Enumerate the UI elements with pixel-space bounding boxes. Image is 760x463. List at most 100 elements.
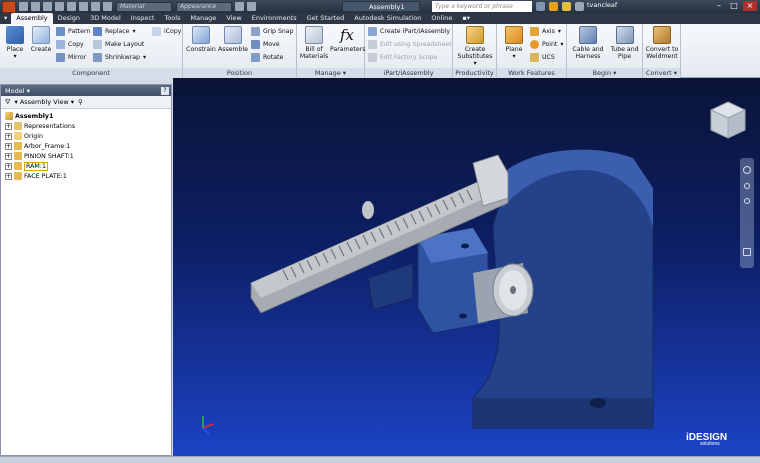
expand-toggle-icon[interactable]: + xyxy=(5,162,12,170)
ucs-button[interactable]: UCS xyxy=(530,53,555,62)
grip-snap-button[interactable]: Grip Snap xyxy=(251,27,294,36)
browser-header[interactable]: Model ▾ ? xyxy=(1,85,171,96)
bill-of-materials-button[interactable]: Bill of Materials xyxy=(298,26,330,60)
point-button[interactable]: Point ▾ xyxy=(530,40,563,49)
tree-node-representations[interactable]: + Representations xyxy=(5,121,171,131)
replace-label: Replace xyxy=(105,28,130,35)
graphics-viewport[interactable]: iDESIGN solutions xyxy=(173,78,760,456)
home-icon[interactable] xyxy=(79,2,88,11)
expand-toggle-icon[interactable]: + xyxy=(5,132,12,140)
user-icon[interactable] xyxy=(575,2,584,11)
factory-scope-icon xyxy=(368,53,377,62)
panel-title-convert[interactable]: Convert ▾ xyxy=(643,68,680,78)
view-dropdown[interactable]: ▾ Assembly View ▾ xyxy=(14,98,74,106)
close-button[interactable]: × xyxy=(743,1,757,11)
expand-toggle-icon[interactable]: + xyxy=(5,172,12,180)
new-icon[interactable] xyxy=(19,2,28,11)
material-dropdown[interactable]: Material xyxy=(116,1,172,12)
application-menu-button[interactable] xyxy=(2,0,16,13)
parameters-button[interactable]: fx Parameters xyxy=(330,26,365,53)
tree-node-ram[interactable]: + RAM:1 xyxy=(5,161,171,171)
expand-toggle-icon[interactable]: + xyxy=(5,122,12,130)
edit-spreadsheet-button[interactable]: Edit using Spreadsheet xyxy=(368,40,452,49)
maximize-button[interactable]: □ xyxy=(727,1,741,11)
open-icon[interactable] xyxy=(31,2,40,11)
minimize-button[interactable]: – xyxy=(712,1,726,11)
dropdown-arrow-icon: ▾ xyxy=(13,53,17,60)
move-button[interactable]: Move xyxy=(251,40,280,49)
redo-icon[interactable] xyxy=(67,2,76,11)
orbit-icon[interactable] xyxy=(743,248,751,256)
shrinkwrap-button[interactable]: Shrinkwrap ▾ xyxy=(93,53,146,62)
search-input[interactable]: Type a keyword or phrase xyxy=(432,1,532,12)
save-icon[interactable] xyxy=(43,2,52,11)
convert-to-weldment-button[interactable]: Convert to Weldment xyxy=(644,26,680,60)
tab-tools[interactable]: Tools xyxy=(159,13,185,24)
pan-icon[interactable] xyxy=(744,183,750,189)
part-icon xyxy=(14,152,22,160)
axis-button[interactable]: Axis ▾ xyxy=(530,27,561,36)
tube-pipe-button[interactable]: Tube and Pipe xyxy=(607,26,642,60)
fx-icon[interactable] xyxy=(247,2,256,11)
make-layout-icon xyxy=(93,40,102,49)
mirror-button[interactable]: Mirror xyxy=(56,53,86,62)
tab-assembly[interactable]: Assembly xyxy=(11,13,53,24)
tab-online[interactable]: Online xyxy=(426,13,457,24)
tab-get-started[interactable]: Get Started xyxy=(302,13,350,24)
appearance-dropdown[interactable]: Appearance xyxy=(176,1,232,12)
ribbon-options-icon[interactable]: ▪▾ xyxy=(457,13,475,24)
tree-node-arbor-frame[interactable]: + Arbor_Frame:1 xyxy=(5,141,171,151)
tab-manage[interactable]: Manage xyxy=(185,13,221,24)
tab-inspect[interactable]: Inspect xyxy=(126,13,160,24)
panel-title-component[interactable]: Component xyxy=(0,68,182,78)
binoculars-icon[interactable] xyxy=(536,2,545,11)
expand-toggle-icon[interactable]: + xyxy=(5,142,12,150)
tab-environments[interactable]: Environments xyxy=(247,13,302,24)
find-icon[interactable]: ⚲ xyxy=(78,98,83,106)
panel-title-manage[interactable]: Manage ▾ xyxy=(297,68,364,78)
view-dropdown-label: Assembly View xyxy=(19,98,69,106)
assemble-button[interactable]: Assemble xyxy=(218,26,248,53)
create-substitutes-button[interactable]: Create Substitutes ▾ xyxy=(455,26,495,67)
tab-design[interactable]: Design xyxy=(53,13,85,24)
star-icon[interactable] xyxy=(562,2,571,11)
constrain-button[interactable]: Constrain xyxy=(185,26,217,53)
tree-node-label: PINION SHAFT:1 xyxy=(24,152,74,160)
clear-icon[interactable] xyxy=(235,2,244,11)
tab-3d-model[interactable]: 3D Model xyxy=(85,13,126,24)
cable-harness-button[interactable]: Cable and Harness xyxy=(569,26,607,60)
subscription-icon[interactable] xyxy=(549,2,558,11)
edit-factory-scope-button[interactable]: Edit Factory Scope xyxy=(368,53,437,62)
help-icon[interactable]: ? xyxy=(161,86,169,95)
select-icon[interactable] xyxy=(103,2,112,11)
plane-button[interactable]: Plane ▾ xyxy=(500,26,528,60)
tree-node-face-plate[interactable]: + FACE PLATE:1 xyxy=(5,171,171,181)
pattern-button[interactable]: Pattern xyxy=(56,27,90,36)
tree-node-assembly1[interactable]: Assembly1 xyxy=(5,111,171,121)
axis-icon xyxy=(530,27,539,36)
tree-node-origin[interactable]: + Origin xyxy=(5,131,171,141)
panel-title-begin[interactable]: Begin ▾ xyxy=(567,68,642,78)
rotate-button[interactable]: Rotate xyxy=(251,53,283,62)
copy-button[interactable]: Copy xyxy=(56,40,84,49)
place-label: Place xyxy=(6,46,24,53)
update-icon[interactable] xyxy=(91,2,100,11)
tab-view[interactable]: View xyxy=(221,13,246,24)
panel-begin: Cable and Harness Tube and Pipe Begin ▾ xyxy=(567,24,643,78)
tab-autodesk-simulation[interactable]: Autodesk Simulation xyxy=(349,13,426,24)
expand-toggle-icon[interactable]: + xyxy=(5,152,12,160)
make-layout-button[interactable]: Make Layout xyxy=(93,40,144,49)
replace-button[interactable]: Replace ▾ xyxy=(93,27,136,36)
create-ipart-button[interactable]: Create iPart/iAssembly xyxy=(368,27,450,36)
user-name[interactable]: tvancleaf xyxy=(587,1,617,9)
tree-node-pinion-shaft[interactable]: + PINION SHAFT:1 xyxy=(5,151,171,161)
app-menu-tab[interactable]: ▾ xyxy=(0,13,11,24)
filter-icon[interactable]: ⛛ xyxy=(5,98,10,107)
create-button[interactable]: Create xyxy=(29,26,53,53)
undo-icon[interactable] xyxy=(55,2,64,11)
icopy-button[interactable]: iCopy xyxy=(152,27,181,36)
place-button[interactable]: Place ▾ xyxy=(3,26,27,60)
viewcube[interactable] xyxy=(708,100,748,142)
steering-wheel-icon[interactable] xyxy=(743,166,751,174)
zoom-icon[interactable] xyxy=(744,198,750,204)
